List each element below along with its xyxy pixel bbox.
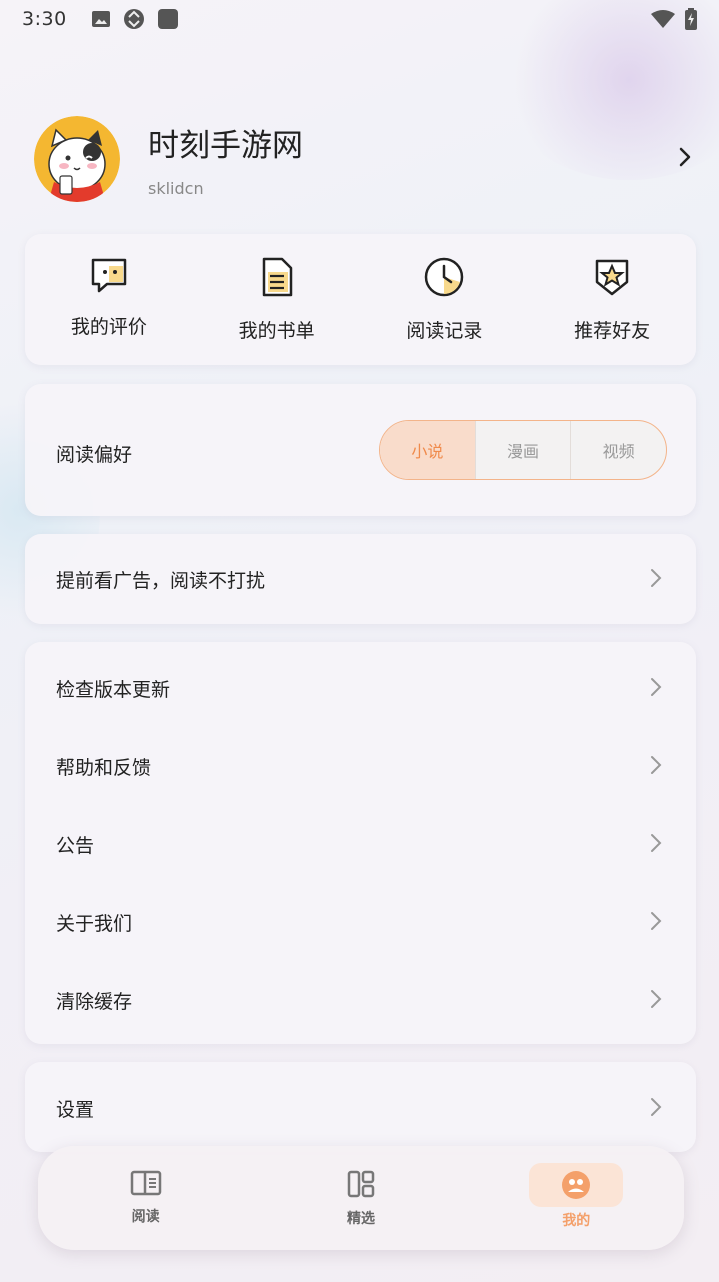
menu-item-label: 检查版本更新: [56, 678, 171, 701]
quick-actions-card: 我的评价 我的书单 阅读记录 推荐好友: [25, 234, 696, 365]
quick-action-reviews[interactable]: 我的评价: [25, 234, 193, 365]
quick-action-label: 我的书单: [238, 320, 315, 342]
chevron-right-icon: [651, 912, 662, 930]
chevron-right-icon: [651, 678, 662, 696]
wifi-icon: [651, 10, 675, 28]
book-icon: [130, 1170, 161, 1196]
bottom-tab-bar: 阅读 精选 我的: [38, 1146, 684, 1250]
menu-item-announcement[interactable]: 公告: [25, 805, 696, 883]
tab-read[interactable]: 阅读: [38, 1146, 253, 1250]
username: 时刻手游网: [148, 128, 303, 164]
settings-card: 设置: [25, 1062, 696, 1152]
tab-featured[interactable]: 精选: [253, 1146, 468, 1250]
clock-icon: [425, 257, 464, 297]
status-bar: 3:30: [0, 0, 719, 38]
reading-preference-label: 阅读偏好: [56, 444, 133, 466]
quick-action-history[interactable]: 阅读记录: [361, 234, 529, 365]
menu-item-clear-cache[interactable]: 清除缓存: [25, 961, 696, 1039]
quick-action-booklist[interactable]: 我的书单: [193, 234, 361, 365]
user-id: sklidcn: [148, 179, 204, 198]
tab-label: 我的: [562, 1213, 591, 1229]
status-time: 3:30: [22, 8, 67, 30]
battery-icon: [685, 8, 697, 30]
menu-item-about-us[interactable]: 关于我们: [25, 883, 696, 961]
app-icon: [157, 9, 178, 29]
profile-header[interactable]: 时刻手游网 sklidcn: [34, 116, 704, 202]
chevron-right-icon: [651, 569, 662, 587]
settings-row[interactable]: 设置: [25, 1069, 696, 1147]
avatar[interactable]: [34, 116, 120, 202]
star-shield-icon: [595, 259, 629, 296]
tab-mine[interactable]: 我的: [469, 1146, 684, 1250]
menu-item-check-update[interactable]: 检查版本更新: [25, 649, 696, 727]
menu-item-label: 关于我们: [56, 912, 133, 935]
settings-row-label: 设置: [56, 1098, 95, 1121]
menu-item-label: 帮助和反馈: [56, 756, 152, 779]
chevron-right-icon: [651, 756, 662, 774]
segment-novel[interactable]: 小说: [380, 421, 475, 479]
menu-item-help-feedback[interactable]: 帮助和反馈: [25, 727, 696, 805]
ads-card: 提前看广告，阅读不打扰: [25, 534, 696, 624]
tab-label: 精选: [346, 1211, 375, 1227]
chevron-right-icon: [651, 990, 662, 1008]
chevron-right-icon: [651, 834, 662, 852]
chevron-right-icon[interactable]: [678, 146, 692, 168]
quick-action-label: 我的评价: [70, 316, 147, 338]
ads-row-label: 提前看广告，阅读不打扰: [56, 569, 266, 592]
segment-video[interactable]: 视频: [570, 421, 666, 479]
menu-card: 检查版本更新 帮助和反馈 公告 关于我们 清除缓存: [25, 642, 696, 1044]
quick-action-label: 推荐好友: [574, 320, 651, 342]
profile-icon: [562, 1171, 591, 1199]
menu-item-label: 公告: [56, 834, 95, 857]
sync-icon: [123, 9, 144, 29]
ads-row[interactable]: 提前看广告，阅读不打扰: [25, 540, 696, 618]
document-icon: [262, 257, 292, 297]
tab-label: 阅读: [131, 1209, 160, 1225]
reading-preference-segmented: 小说 漫画 视频: [379, 420, 667, 480]
comment-icon: [91, 258, 127, 293]
image-icon: [91, 11, 110, 27]
chevron-right-icon: [651, 1098, 662, 1116]
segment-comic[interactable]: 漫画: [474, 421, 571, 479]
quick-action-label: 阅读记录: [406, 320, 483, 342]
quick-action-recommend[interactable]: 推荐好友: [528, 234, 696, 365]
reading-preference-card: 阅读偏好 小说 漫画 视频: [25, 384, 696, 516]
grid-icon: [347, 1170, 375, 1198]
menu-item-label: 清除缓存: [56, 990, 133, 1013]
